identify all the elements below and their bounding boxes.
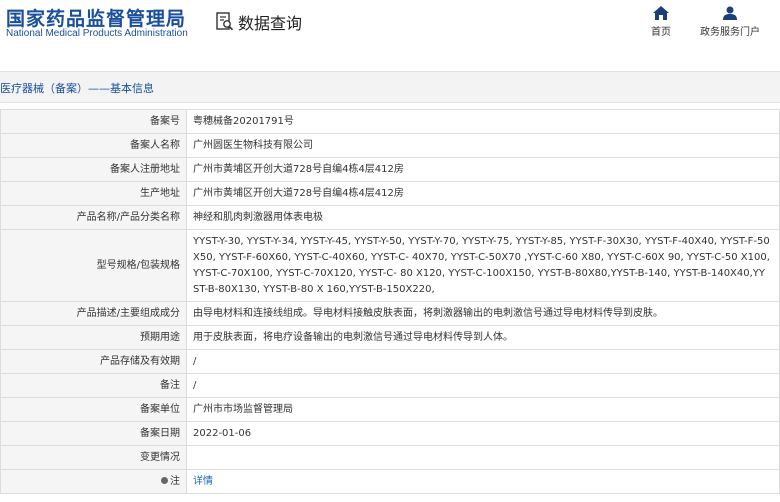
field-value: / bbox=[186, 373, 780, 398]
table-row: 产品描述/主要组成成分 由导电材料和连接线组成。导电材料接触皮肤表面，将刺激器输… bbox=[0, 301, 780, 326]
nav-home-label: 首页 bbox=[651, 27, 671, 38]
nav-portal-label: 政务服务门户 bbox=[700, 27, 760, 38]
field-label: 型号规格/包装规格 bbox=[0, 229, 187, 302]
field-value: 神经和肌肉刺激器用体表电极 bbox=[186, 205, 780, 230]
section-title: 医疗器械（备案）——基本信息 bbox=[0, 82, 154, 95]
field-value: 广州市市场监督管理局 bbox=[186, 397, 780, 422]
table-row: 备案号 粤穗械备20201791号 bbox=[0, 109, 780, 134]
nav-service-portal[interactable]: 政务服务门户 bbox=[700, 6, 760, 38]
site-header: 国家药品监督管理局 National Medical Products Admi… bbox=[0, 0, 780, 60]
field-value: 由导电材料和连接线组成。导电材料接触皮肤表面，将刺激器输出的电刺激信号通过导电材… bbox=[186, 301, 780, 326]
note-label-cell: 注 bbox=[0, 469, 187, 494]
field-label: 备案人名称 bbox=[0, 133, 187, 158]
table-row: 产品名称/产品分类名称 神经和肌肉刺激器用体表电极 bbox=[0, 205, 780, 230]
document-search-icon bbox=[216, 12, 234, 31]
field-label: 备案人注册地址 bbox=[0, 157, 187, 182]
section-header: 医疗器械（备案）——基本信息 bbox=[0, 71, 780, 103]
field-label: 生产地址 bbox=[0, 181, 187, 206]
table-row: 注 详情 bbox=[0, 469, 780, 494]
user-icon bbox=[723, 6, 737, 20]
field-label: 备案日期 bbox=[0, 421, 187, 446]
table-row: 备案人名称 广州圆医生物科技有限公司 bbox=[0, 133, 780, 158]
details-link[interactable]: 详情 bbox=[193, 476, 213, 487]
basic-info-table: 备案号 粤穗械备20201791号 备案人名称 广州圆医生物科技有限公司 备案人… bbox=[0, 109, 780, 494]
field-value: 广州圆医生物科技有限公司 bbox=[186, 133, 780, 158]
table-row: 备案日期 2022-01-06 bbox=[0, 421, 780, 446]
home-icon bbox=[653, 6, 669, 20]
field-value: 详情 bbox=[186, 469, 780, 494]
table-row: 生产地址 广州市黄埔区开创大道728号自编4栋4层412房 bbox=[0, 181, 780, 206]
table-row: 预期用途 用于皮肤表面，将电疗设备输出的电刺激信号通过导电材料传导到人体。 bbox=[0, 325, 780, 350]
field-label: 备案号 bbox=[0, 109, 187, 134]
field-value bbox=[186, 445, 780, 470]
table-row: 备案人注册地址 广州市黄埔区开创大道728号自编4栋4层412房 bbox=[0, 157, 780, 182]
field-label: 注 bbox=[170, 475, 180, 487]
field-label: 备案单位 bbox=[0, 397, 187, 422]
nav-home[interactable]: 首页 bbox=[631, 6, 691, 38]
field-value: 广州市黄埔区开创大道728号自编4栋4层412房 bbox=[186, 157, 780, 182]
table-row: 备注 / bbox=[0, 373, 780, 398]
field-label: 变更情况 bbox=[0, 445, 187, 470]
field-label: 产品存储及有效期 bbox=[0, 349, 187, 374]
data-query-label: 数据查询 bbox=[238, 14, 303, 33]
site-logo[interactable]: 国家药品监督管理局 bbox=[6, 4, 186, 31]
table-row: 型号规格/包装规格 YYST-Y-30, YYST-Y-34, YYST-Y-4… bbox=[0, 229, 780, 302]
field-label: 备注 bbox=[0, 373, 187, 398]
site-logo-english: National Medical Products Administration bbox=[6, 28, 188, 39]
field-label: 预期用途 bbox=[0, 325, 187, 350]
field-value: YYST-Y-30, YYST-Y-34, YYST-Y-45, YYST-Y-… bbox=[186, 229, 780, 302]
table-row: 产品存储及有效期 / bbox=[0, 349, 780, 374]
field-value: 用于皮肤表面，将电疗设备输出的电刺激信号通过导电材料传导到人体。 bbox=[186, 325, 780, 350]
field-value: 广州市黄埔区开创大道728号自编4栋4层412房 bbox=[186, 181, 780, 206]
table-row: 备案单位 广州市市场监督管理局 bbox=[0, 397, 780, 422]
note-icon bbox=[161, 477, 168, 484]
field-label: 产品名称/产品分类名称 bbox=[0, 205, 187, 230]
field-label: 产品描述/主要组成成分 bbox=[0, 301, 187, 326]
field-value: 2022-01-06 bbox=[186, 421, 780, 446]
field-value: 粤穗械备20201791号 bbox=[186, 109, 780, 134]
data-query-title: 数据查询 bbox=[216, 9, 302, 35]
field-value: / bbox=[186, 349, 780, 374]
table-row: 变更情况 bbox=[0, 445, 780, 470]
